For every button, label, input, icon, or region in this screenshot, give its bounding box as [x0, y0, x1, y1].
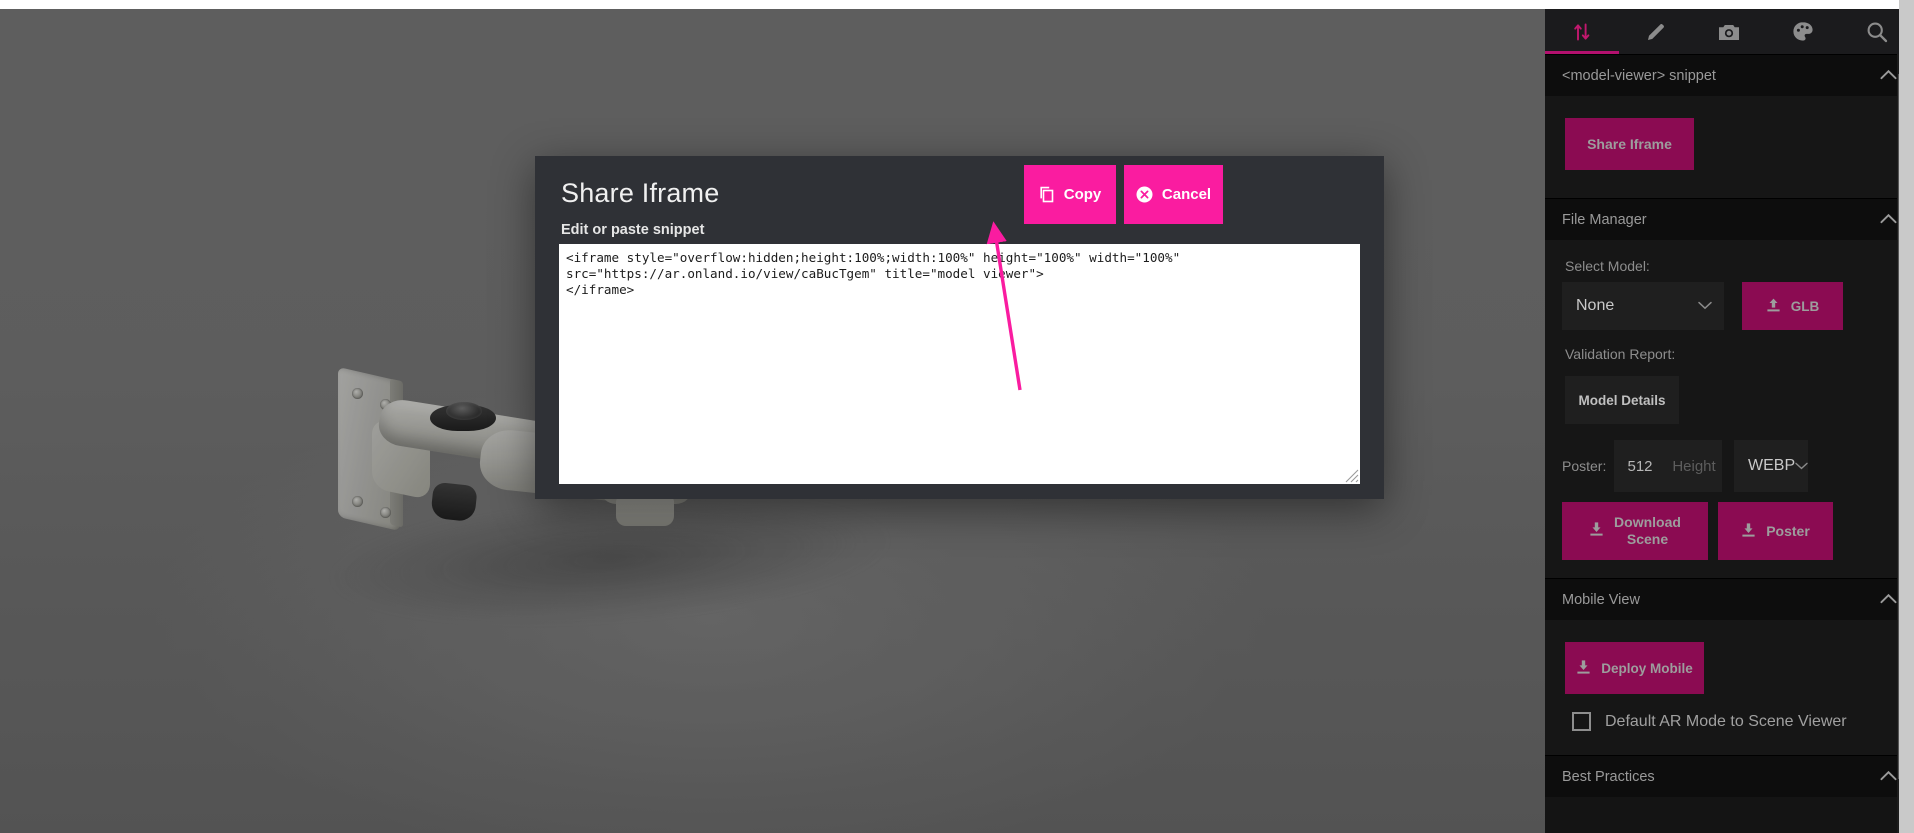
deploy-mobile-label: Deploy Mobile	[1601, 660, 1693, 676]
section-title-mobile-view: Mobile View	[1562, 591, 1640, 608]
poster-format-dropdown[interactable]: WEBP	[1734, 440, 1808, 492]
copy-icon	[1039, 186, 1055, 203]
default-ar-mode-label: Default AR Mode to Scene Viewer	[1605, 712, 1847, 730]
cancel-button[interactable]: Cancel	[1124, 165, 1223, 224]
poster-width-input[interactable]	[1614, 440, 1666, 492]
close-icon	[1136, 186, 1153, 203]
share-iframe-dialog: Share Iframe Edit or paste snippet Copy …	[535, 156, 1384, 499]
copy-button[interactable]: Copy	[1024, 165, 1116, 224]
download-icon	[1576, 659, 1591, 678]
model-pivot-cap	[446, 402, 482, 420]
download-scene-button[interactable]: Download Scene	[1562, 502, 1708, 560]
upload-icon	[1766, 297, 1781, 316]
chevron-up-icon	[1880, 67, 1897, 85]
browser-scrollbar[interactable]	[1899, 0, 1914, 833]
download-buttons-row: Download Scene Poster	[1562, 502, 1897, 560]
sidebar-tabbar	[1545, 9, 1914, 54]
model-pivot-knob-bottom	[430, 481, 478, 523]
model-select-value: None	[1576, 297, 1615, 314]
select-model-label: Select Model:	[1565, 258, 1650, 274]
poster-settings-row: Poster: WEBP	[1562, 440, 1897, 492]
camera-icon	[1719, 24, 1740, 40]
default-ar-mode-checkbox[interactable]	[1572, 712, 1591, 731]
dialog-title: Share Iframe	[561, 178, 720, 208]
deploy-mobile-button[interactable]: Deploy Mobile	[1565, 642, 1704, 694]
model-screw	[352, 496, 363, 507]
tab-import-export[interactable]	[1545, 9, 1619, 54]
chevron-down-icon	[1795, 457, 1808, 475]
validation-report-label: Validation Report:	[1565, 346, 1676, 362]
section-header-snippet[interactable]: <model-viewer> snippet	[1545, 54, 1914, 96]
section-body-file-manager: Select Model: None GLB Validation Report…	[1545, 240, 1914, 578]
chevron-down-icon	[1698, 297, 1712, 315]
download-icon	[1741, 522, 1756, 541]
copy-button-label: Copy	[1063, 186, 1102, 203]
dialog-subtitle: Edit or paste snippet	[561, 222, 705, 238]
import-export-icon	[1574, 23, 1590, 40]
download-poster-label: Poster	[1766, 523, 1810, 539]
model-screw	[352, 388, 363, 399]
section-title-best-practices: Best Practices	[1562, 768, 1655, 785]
section-title-snippet: <model-viewer> snippet	[1562, 67, 1716, 84]
section-title-file-manager: File Manager	[1562, 211, 1647, 228]
download-icon	[1589, 521, 1604, 542]
model-details-button[interactable]: Model Details	[1565, 376, 1679, 424]
poster-format-value: WEBP	[1748, 457, 1796, 474]
section-body-mobile-view: Deploy Mobile Default AR Mode to Scene V…	[1545, 620, 1914, 755]
model-select-dropdown[interactable]: None	[1562, 282, 1724, 330]
model-details-label: Model Details	[1578, 392, 1666, 408]
cancel-button-label: Cancel	[1161, 186, 1212, 203]
upload-glb-button[interactable]: GLB	[1742, 282, 1843, 330]
share-iframe-button[interactable]: Share Iframe	[1565, 118, 1694, 170]
snippet-textarea[interactable]	[559, 244, 1360, 484]
share-iframe-button-label: Share Iframe	[1587, 136, 1672, 152]
section-header-file-manager[interactable]: File Manager	[1545, 198, 1914, 240]
model-screw	[380, 507, 391, 518]
chevron-up-icon	[1880, 768, 1897, 786]
sidebar-panel: <model-viewer> snippet Share Iframe File…	[1545, 54, 1914, 833]
section-header-best-practices[interactable]: Best Practices	[1545, 755, 1914, 797]
poster-height-input[interactable]	[1666, 440, 1722, 492]
default-ar-mode-row[interactable]: Default AR Mode to Scene Viewer	[1572, 712, 1897, 731]
tab-edit[interactable]	[1619, 9, 1693, 54]
model-head-collar	[616, 496, 674, 526]
section-header-mobile-view[interactable]: Mobile View	[1545, 578, 1914, 620]
right-sidebar: <model-viewer> snippet Share Iframe File…	[1545, 9, 1914, 833]
tab-camera[interactable]	[1693, 9, 1767, 54]
pencil-icon	[1647, 23, 1664, 40]
upload-glb-label: GLB	[1790, 298, 1820, 314]
download-scene-label: Download Scene	[1614, 513, 1681, 548]
app-root: Share Iframe Edit or paste snippet Copy …	[0, 0, 1914, 833]
palette-icon	[1793, 22, 1813, 41]
section-body-snippet: Share Iframe	[1545, 96, 1914, 198]
chevron-up-icon	[1880, 211, 1897, 229]
search-icon	[1867, 22, 1888, 42]
chevron-up-icon	[1880, 591, 1897, 609]
poster-label: Poster:	[1562, 458, 1607, 474]
tab-materials[interactable]	[1766, 9, 1840, 54]
download-poster-button[interactable]: Poster	[1718, 502, 1833, 560]
